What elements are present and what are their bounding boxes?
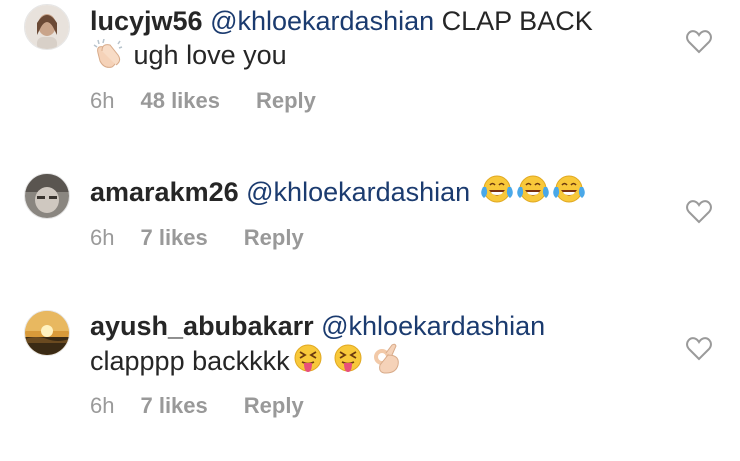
comment-time: 6h <box>90 225 115 250</box>
comment-time: 6h <box>90 393 115 418</box>
avatar[interactable] <box>24 173 70 219</box>
comment-meta: 6h 48 likes Reply <box>90 88 316 114</box>
comment-mention[interactable]: @khloekardashian <box>210 6 434 36</box>
squinting-face-with-tongue-emoji-icon <box>292 343 324 383</box>
comment-time: 6h <box>90 88 115 113</box>
comment-item: lucyjw56 @khloekardashian CLAP BACK ugh … <box>0 0 740 140</box>
comment-username[interactable]: ayush_abubakarr <box>90 311 314 341</box>
avatar[interactable] <box>24 4 70 50</box>
comment-username[interactable]: amarakm26 <box>90 177 239 207</box>
comment-text: lucyjw56 @khloekardashian CLAP BACK ugh … <box>90 4 660 77</box>
comment-body: CLAP BACK <box>441 6 593 36</box>
comment-body: clapppp backkkk <box>90 346 290 376</box>
heart-icon[interactable] <box>686 200 712 224</box>
squinting-face-with-tongue-emoji-icon <box>332 343 364 383</box>
comment-mention[interactable]: @khloekardashian <box>246 177 470 207</box>
face-with-tears-of-joy-emoji-icon <box>480 174 514 214</box>
reply-button[interactable]: Reply <box>256 88 316 114</box>
reply-button[interactable]: Reply <box>244 225 304 251</box>
comment-likes[interactable]: 48 likes <box>140 88 220 114</box>
comment-likes[interactable]: 7 likes <box>140 393 207 419</box>
comment-meta: 6h 7 likes Reply <box>90 393 304 419</box>
comment-text: amarakm26 @khloekardashian <box>90 174 660 214</box>
clapping-hands-emoji-icon <box>92 38 126 77</box>
comment-body-line2: ugh love you <box>133 40 287 70</box>
comment-mention[interactable]: @khloekardashian <box>321 311 545 341</box>
heart-icon[interactable] <box>686 337 712 361</box>
comment-meta: 6h 7 likes Reply <box>90 225 304 251</box>
ok-hand-emoji-icon <box>372 343 402 383</box>
comment-text: ayush_abubakarr @khloekardashian clapppp… <box>90 309 660 383</box>
comment-likes[interactable]: 7 likes <box>140 225 207 251</box>
avatar[interactable] <box>24 310 70 356</box>
reply-button[interactable]: Reply <box>244 393 304 419</box>
face-with-tears-of-joy-emoji-icon <box>552 174 586 214</box>
comment-item: amarakm26 @khloekardashian 6h 7 likes Re… <box>0 140 740 285</box>
comment-item: ayush_abubakarr @khloekardashian clapppp… <box>0 285 740 461</box>
heart-icon[interactable] <box>686 30 712 54</box>
comment-username[interactable]: lucyjw56 <box>90 6 203 36</box>
face-with-tears-of-joy-emoji-icon <box>516 174 550 214</box>
